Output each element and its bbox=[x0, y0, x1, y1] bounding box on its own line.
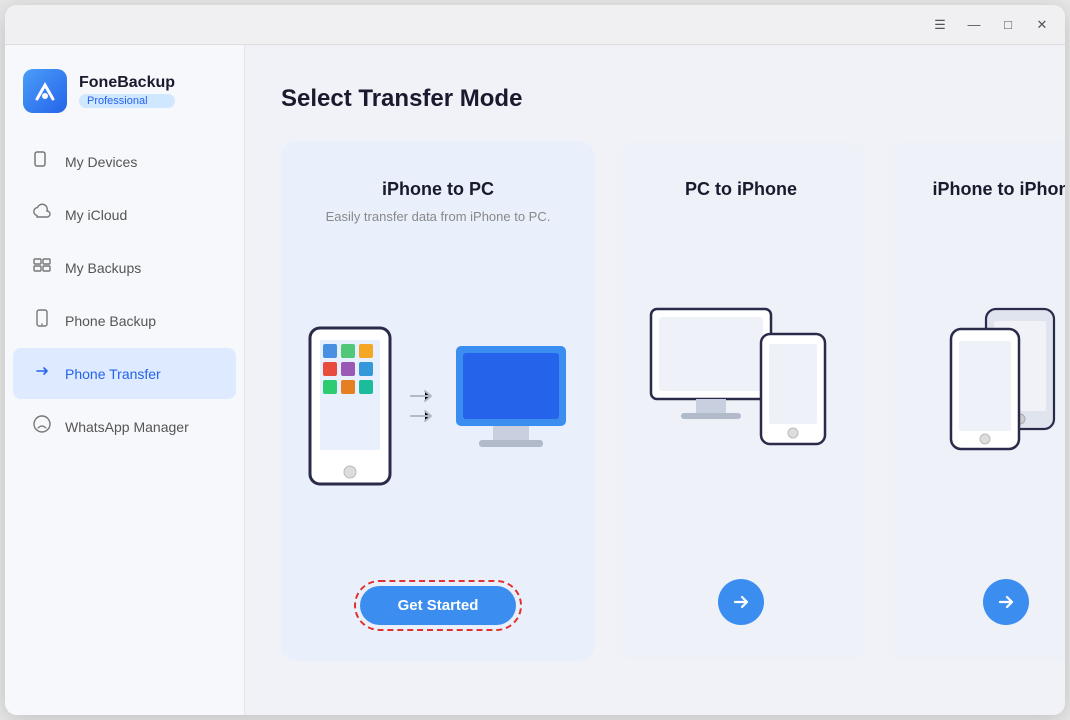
pc-to-iphone-arrow-button[interactable] bbox=[718, 579, 764, 625]
minimize-icon: — bbox=[968, 17, 981, 32]
sidebar: FoneBackup Professional My Devices bbox=[5, 45, 245, 715]
card-illustration-iphone-to-pc bbox=[305, 256, 571, 556]
iphone-to-iphone-arrow-button[interactable] bbox=[983, 579, 1029, 625]
app-window: ☰ — □ ✕ FoneBackup Professio bbox=[5, 5, 1065, 715]
menu-icon: ☰ bbox=[934, 17, 946, 33]
card-illustration-iphone-to-iphone bbox=[911, 208, 1065, 549]
maximize-icon: □ bbox=[1004, 17, 1012, 32]
card-iphone-to-iphone[interactable]: iPhone to iPhone bbox=[887, 141, 1065, 661]
logo-area: FoneBackup Professional bbox=[5, 55, 244, 135]
get-started-button[interactable]: Get Started bbox=[360, 586, 517, 625]
devices-icon bbox=[31, 149, 53, 174]
close-icon: ✕ bbox=[1037, 17, 1048, 33]
whatsapp-icon bbox=[31, 414, 53, 439]
main-content: Select Transfer Mode iPhone to PC Easily… bbox=[245, 45, 1065, 715]
card-pc-to-iphone[interactable]: PC to iPhone bbox=[617, 141, 865, 661]
sidebar-item-phone-backup[interactable]: Phone Backup bbox=[13, 295, 236, 346]
titlebar: ☰ — □ ✕ bbox=[5, 5, 1065, 45]
sidebar-item-my-icloud[interactable]: My iCloud bbox=[13, 189, 236, 240]
close-button[interactable]: ✕ bbox=[1033, 16, 1051, 34]
minimize-button[interactable]: — bbox=[965, 16, 983, 34]
card-title-pc-to-iphone: PC to iPhone bbox=[685, 179, 797, 200]
backups-icon bbox=[31, 255, 53, 280]
app-body: FoneBackup Professional My Devices bbox=[5, 45, 1065, 715]
app-badge: Professional bbox=[79, 94, 175, 108]
menu-button[interactable]: ☰ bbox=[931, 16, 949, 34]
logo-text: FoneBackup Professional bbox=[79, 74, 175, 108]
sidebar-item-my-backups[interactable]: My Backups bbox=[13, 242, 236, 293]
sidebar-label-my-devices: My Devices bbox=[65, 154, 137, 170]
phone-transfer-icon bbox=[31, 361, 53, 386]
card-desc-iphone-to-pc: Easily transfer data from iPhone to PC. bbox=[326, 208, 551, 226]
card-title-iphone-to-pc: iPhone to PC bbox=[382, 179, 494, 200]
sidebar-label-my-backups: My Backups bbox=[65, 260, 141, 276]
app-logo-icon bbox=[23, 69, 67, 113]
page-title: Select Transfer Mode bbox=[281, 85, 1029, 113]
card-illustration-pc-to-iphone bbox=[641, 208, 841, 549]
sidebar-item-phone-transfer[interactable]: Phone Transfer bbox=[13, 348, 236, 399]
sidebar-label-phone-transfer: Phone Transfer bbox=[65, 366, 161, 382]
phone-backup-icon bbox=[31, 308, 53, 333]
sidebar-label-phone-backup: Phone Backup bbox=[65, 313, 156, 329]
sidebar-item-my-devices[interactable]: My Devices bbox=[13, 136, 236, 187]
maximize-button[interactable]: □ bbox=[999, 16, 1017, 34]
transfer-mode-cards: iPhone to PC Easily transfer data from i… bbox=[281, 141, 1029, 661]
sidebar-item-whatsapp-manager[interactable]: WhatsApp Manager bbox=[13, 401, 236, 452]
sidebar-label-my-icloud: My iCloud bbox=[65, 207, 127, 223]
icloud-icon bbox=[31, 202, 53, 227]
app-name: FoneBackup bbox=[79, 74, 175, 92]
sidebar-label-whatsapp-manager: WhatsApp Manager bbox=[65, 419, 189, 435]
card-title-iphone-to-iphone: iPhone to iPhone bbox=[933, 179, 1066, 200]
card-iphone-to-pc[interactable]: iPhone to PC Easily transfer data from i… bbox=[281, 141, 595, 661]
